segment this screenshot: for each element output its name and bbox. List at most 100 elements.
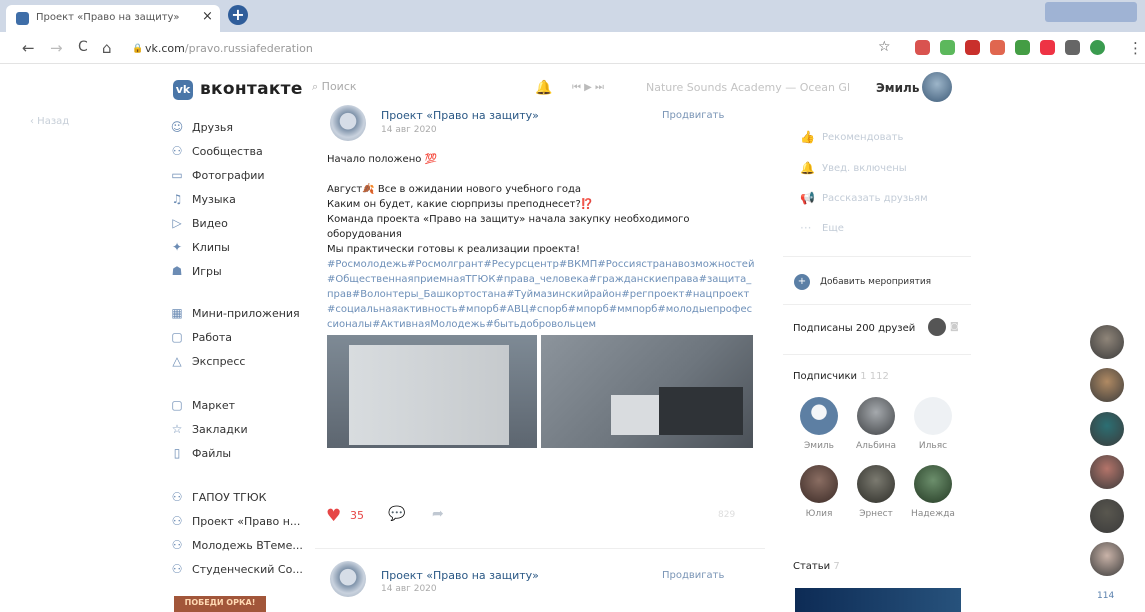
vk-header: vk вконтакте ⌕ Поиск 🔔 ⏮ ▶ ⏭ Nature Soun… <box>0 64 1145 116</box>
extension-icon[interactable] <box>940 40 955 55</box>
subscriber-avatar[interactable] <box>800 397 838 435</box>
menu-item[interactable]: ⚇ Проект «Право н... <box>170 512 301 530</box>
browser-menu-button[interactable]: ⋮ <box>1128 39 1143 57</box>
back-link[interactable]: ‹ Назад <box>30 116 69 127</box>
more-icon: ··· <box>800 221 812 235</box>
menu-item[interactable]: ☗ Игры <box>170 262 222 280</box>
post-author[interactable]: Проект «Право на защиту» <box>381 569 539 582</box>
tell-friends-button[interactable]: 📢 Рассказать друзьям <box>800 191 928 205</box>
more-button[interactable]: ··· Еще <box>800 221 844 235</box>
window-controls[interactable] <box>1045 2 1137 22</box>
user-avatar[interactable] <box>922 72 952 102</box>
vk-logo-icon[interactable]: vk <box>173 80 193 100</box>
promote-button[interactable]: Продвигать <box>662 110 724 121</box>
post-hashtags[interactable]: #Росмолодежь#Росмолгрант#Ресурсцентр#ВКМ… <box>327 257 757 332</box>
subscriber-avatar[interactable] <box>914 465 952 503</box>
subscriber-name[interactable]: Юлия <box>792 509 846 519</box>
extension-icon[interactable] <box>965 40 980 55</box>
reload-button[interactable]: C <box>78 39 88 55</box>
menu-item[interactable]: ⚇ Молодежь ВТеме... <box>170 536 303 554</box>
post-author-avatar[interactable] <box>330 561 366 597</box>
menu-item[interactable]: ▢ Работа <box>170 328 232 346</box>
menu-item[interactable]: ▢ Маркет <box>170 396 235 414</box>
like-count[interactable]: 35 <box>350 509 364 522</box>
post-date[interactable]: 14 авг 2020 <box>381 125 437 135</box>
menu-item-label: Проект «Право н... <box>192 514 301 528</box>
forward-button[interactable]: → <box>50 39 63 57</box>
post-date[interactable]: 14 авг 2020 <box>381 584 437 594</box>
friend-avatar[interactable] <box>1090 542 1124 576</box>
post-photo-equipment[interactable] <box>541 335 753 448</box>
video-icon: ▷ <box>172 216 182 230</box>
menu-item[interactable]: △ Экспресс <box>170 352 245 370</box>
promote-button[interactable]: Продвигать <box>662 570 724 581</box>
current-track[interactable]: Nature Sounds Academy — Ocean Gl <box>646 81 850 94</box>
articles-label: Статьи <box>793 561 831 572</box>
post-author-avatar[interactable] <box>330 105 366 141</box>
clips-icon: ✦ <box>171 240 183 254</box>
subscriber-avatar[interactable] <box>857 397 895 435</box>
menu-item[interactable]: ▯ Файлы <box>170 444 231 462</box>
like-heart-icon[interactable]: ♥ <box>326 506 341 526</box>
comment-icon[interactable]: 💬 <box>388 506 405 522</box>
friend-avatar[interactable] <box>928 318 946 336</box>
article-thumbnail[interactable] <box>795 588 961 612</box>
promo-banner[interactable]: ПОБЕДИ ОРКА! <box>174 596 266 612</box>
subscriber-name[interactable]: Ильяс <box>906 441 960 451</box>
extension-icon[interactable] <box>1040 40 1055 55</box>
url-field[interactable]: vk.com/pravo.russiafederation <box>145 42 313 55</box>
post-author[interactable]: Проект «Право на защиту» <box>381 109 539 122</box>
subscriber-name[interactable]: Эрнест <box>849 509 903 519</box>
friend-avatar[interactable] <box>1090 412 1124 446</box>
subscribers-heading[interactable]: Подписчики 1 112 <box>793 371 889 382</box>
extension-icon[interactable] <box>990 40 1005 55</box>
subscriber-name[interactable]: Надежда <box>906 509 960 519</box>
player-controls[interactable]: ⏮ ▶ ⏭ <box>572 82 604 93</box>
online-count[interactable]: 114 <box>1097 591 1114 601</box>
menu-item[interactable]: ▭ Фотографии <box>170 166 264 184</box>
friend-avatar[interactable] <box>1090 499 1124 533</box>
recommend-label: Рекомендовать <box>822 131 904 143</box>
articles-heading[interactable]: Статьи 7 <box>793 561 840 572</box>
menu-item[interactable]: ☺ Друзья <box>170 118 233 136</box>
subscriber-name[interactable]: Эмиль <box>792 441 846 451</box>
new-tab-button[interactable]: + <box>228 5 248 25</box>
back-button[interactable]: ← <box>22 39 35 57</box>
notify-button[interactable]: 🔔 Увед. включены <box>800 161 907 175</box>
add-event-button[interactable]: + Добавить мероприятия <box>794 274 931 290</box>
menu-item[interactable]: ☆ Закладки <box>170 420 248 438</box>
home-button[interactable]: ⌂ <box>102 39 112 57</box>
notifications-bell-icon[interactable]: 🔔 <box>535 80 552 96</box>
menu-item[interactable]: ⚇ ГАПОУ ТГЮК <box>170 488 267 506</box>
menu-item[interactable]: ▷ Видео <box>170 214 227 232</box>
friend-avatar[interactable] <box>1090 455 1124 489</box>
menu-item[interactable]: ⚇ Студенческий Со... <box>170 560 303 578</box>
friends-subscribed[interactable]: Подписаны 200 друзей <box>793 323 915 334</box>
extension-icon[interactable] <box>1065 40 1080 55</box>
vk-logo-text[interactable]: вконтакте <box>200 79 303 99</box>
menu-item[interactable]: ✦ Клипы <box>170 238 230 256</box>
bookmark-star-icon[interactable]: ☆ <box>878 39 891 55</box>
browser-tab[interactable]: Проект «Право на защиту» × <box>6 5 220 32</box>
notify-label: Увед. включены <box>822 162 907 174</box>
menu-item[interactable]: ▦ Мини-приложения <box>170 304 299 322</box>
menu-item[interactable]: ♫ Музыка <box>170 190 236 208</box>
subscriber-name[interactable]: Альбина <box>849 441 903 451</box>
search-input[interactable]: ⌕ Поиск <box>312 80 502 102</box>
address-bar: ← → C ⌂ 🔒 vk.com/pravo.russiafederation … <box>0 32 1145 64</box>
camera-icon: ◙ <box>950 322 959 332</box>
tab-close-button[interactable]: × <box>202 9 213 24</box>
subscriber-avatar[interactable] <box>914 397 952 435</box>
extension-icon[interactable] <box>915 40 930 55</box>
subscriber-avatar[interactable] <box>857 465 895 503</box>
friend-avatar[interactable] <box>1090 368 1124 402</box>
subscriber-avatar[interactable] <box>800 465 838 503</box>
extension-icon[interactable] <box>1015 40 1030 55</box>
user-name[interactable]: Эмиль <box>876 81 919 95</box>
post-photo-screen[interactable] <box>327 335 537 448</box>
recommend-button[interactable]: 👍 Рекомендовать <box>800 130 903 144</box>
menu-item[interactable]: ⚇ Сообщества <box>170 142 263 160</box>
extension-icon[interactable] <box>1090 40 1105 55</box>
share-icon[interactable]: ➦ <box>432 506 444 522</box>
friend-avatar[interactable] <box>1090 325 1124 359</box>
